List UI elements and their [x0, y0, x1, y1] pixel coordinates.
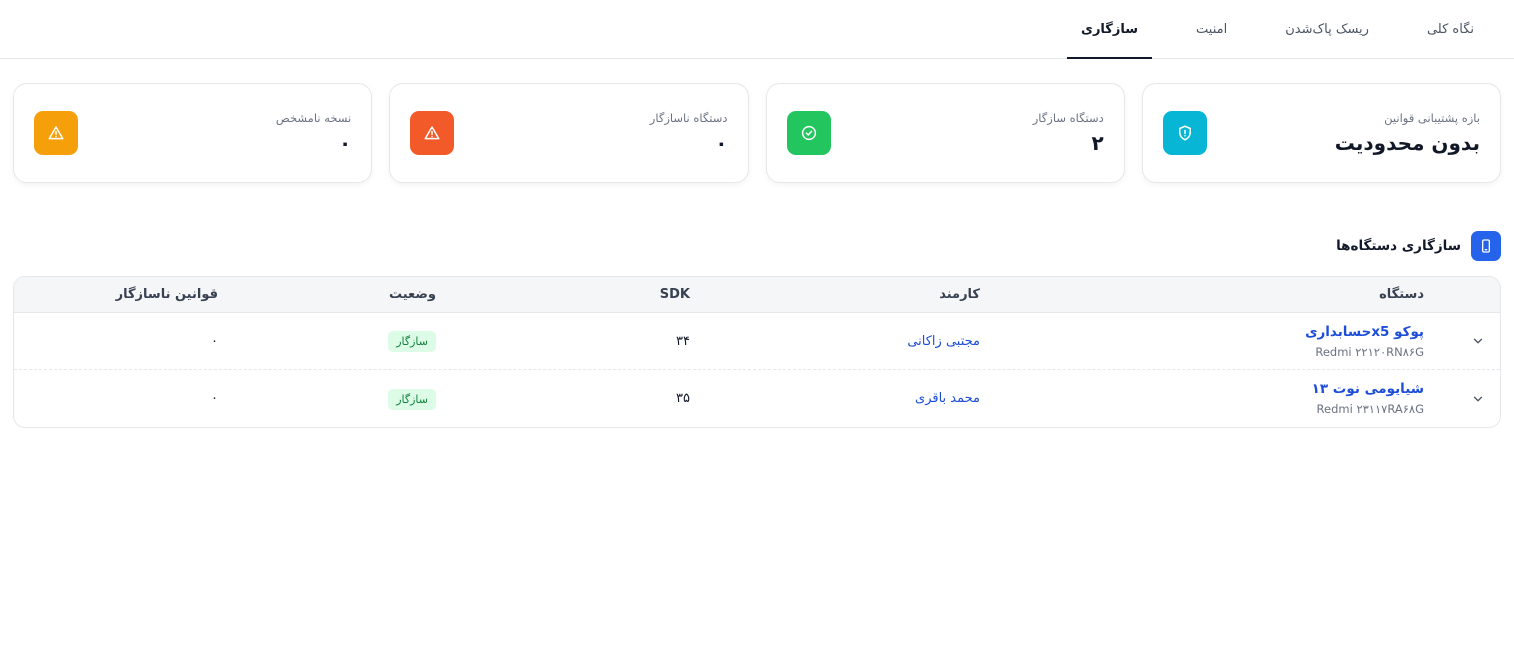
tab-overview[interactable]: نگاه کلی — [1413, 0, 1488, 58]
stat-card-label: بازه پشتیبانی قوانین — [1384, 111, 1480, 125]
header-incompatible-rules: قوانین ناسازگار — [115, 287, 218, 302]
smartphone-icon — [1471, 231, 1501, 261]
stat-cards: بازه پشتیبانی قوانین بدون محدودیت دستگاه… — [0, 59, 1514, 183]
table-row[interactable]: شیایومی نوت ۱۳ Redmi ۲۳۱۱۷RA۶۸G محمد باق… — [14, 370, 1500, 427]
header-device: دستگاه — [1379, 287, 1424, 302]
check-circle-icon — [786, 111, 831, 155]
stat-card-label: نسخه نامشخص — [275, 111, 352, 125]
employee-link[interactable]: مجتبی زاکانی — [740, 334, 1030, 349]
incompatible-rules-count: ۰ — [211, 333, 218, 349]
status-badge: سازگار — [388, 388, 436, 410]
header-sdk: SDK — [659, 287, 690, 302]
device-compatibility-table: دستگاه کارمند SDK وضعیت قوانین ناسازگار … — [13, 276, 1501, 428]
stat-card-value: ۰ — [339, 131, 352, 155]
device-name-link[interactable]: پوکو x5حسابداری — [1030, 324, 1424, 340]
stat-card-label: دستگاه ناسازگار — [649, 111, 728, 125]
status-cell: سازگار — [268, 330, 436, 352]
tab-security[interactable]: امنیت — [1182, 0, 1241, 58]
incompatible-rules-count: ۰ — [211, 391, 218, 406]
device-cell: پوکو x5حسابداری Redmi ۲۲۱۲۰RN۸۶G — [1030, 324, 1456, 359]
stat-card-rules-support-range: بازه پشتیبانی قوانین بدون محدودیت — [1141, 83, 1501, 183]
header-employee: کارمند — [939, 287, 980, 302]
stat-card-label: دستگاه سازگار — [1032, 111, 1104, 125]
sdk-value: ۳۴ — [676, 333, 690, 349]
table-header: دستگاه کارمند SDK وضعیت قوانین ناسازگار — [14, 277, 1500, 313]
table-row[interactable]: پوکو x5حسابداری Redmi ۲۲۱۲۰RN۸۶G مجتبی ز… — [14, 313, 1500, 370]
shield-alert-icon — [1162, 111, 1207, 155]
stat-card-value: ۲ — [1091, 131, 1104, 155]
expand-row-button[interactable] — [1456, 334, 1500, 348]
stat-card-unknown-version: نسخه نامشخص ۰ — [13, 83, 373, 183]
section-title: سازگاری دستگاه‌ها — [1336, 238, 1461, 254]
device-model: Redmi ۲۳۱۱۷RA۶۸G — [1316, 402, 1424, 416]
sdk-value: ۳۵ — [676, 391, 690, 406]
stat-card-value: بدون محدودیت — [1334, 131, 1480, 155]
stat-card-compatible-devices: دستگاه سازگار ۲ — [765, 83, 1125, 183]
warning-icon — [410, 111, 455, 155]
stat-card-incompatible-devices: دستگاه ناسازگار ۰ — [389, 83, 749, 183]
chevron-down-icon — [1473, 338, 1483, 344]
stat-card-value: ۰ — [715, 131, 728, 155]
header-status: وضعیت — [388, 287, 436, 302]
device-model: Redmi ۲۲۱۲۰RN۸۶G — [1315, 344, 1424, 359]
status-cell: سازگار — [268, 388, 436, 410]
tab-bar: نگاه کلی ریسک پاک‌شدن امنیت سازگاری — [0, 0, 1514, 59]
expand-row-button[interactable] — [1456, 392, 1500, 406]
status-badge: سازگار — [388, 331, 436, 352]
chevron-down-icon — [1473, 396, 1483, 401]
warning-icon — [34, 111, 78, 155]
tab-compatibility[interactable]: سازگاری — [1067, 0, 1153, 59]
employee-link[interactable]: محمد باقری — [740, 391, 1030, 406]
device-cell: شیایومی نوت ۱۳ Redmi ۲۳۱۱۷RA۶۸G — [1030, 381, 1456, 416]
tab-wipe-risk[interactable]: ریسک پاک‌شدن — [1271, 0, 1383, 58]
device-name-link[interactable]: شیایومی نوت ۱۳ — [1030, 381, 1424, 397]
section-header: سازگاری دستگاه‌ها — [0, 231, 1514, 261]
